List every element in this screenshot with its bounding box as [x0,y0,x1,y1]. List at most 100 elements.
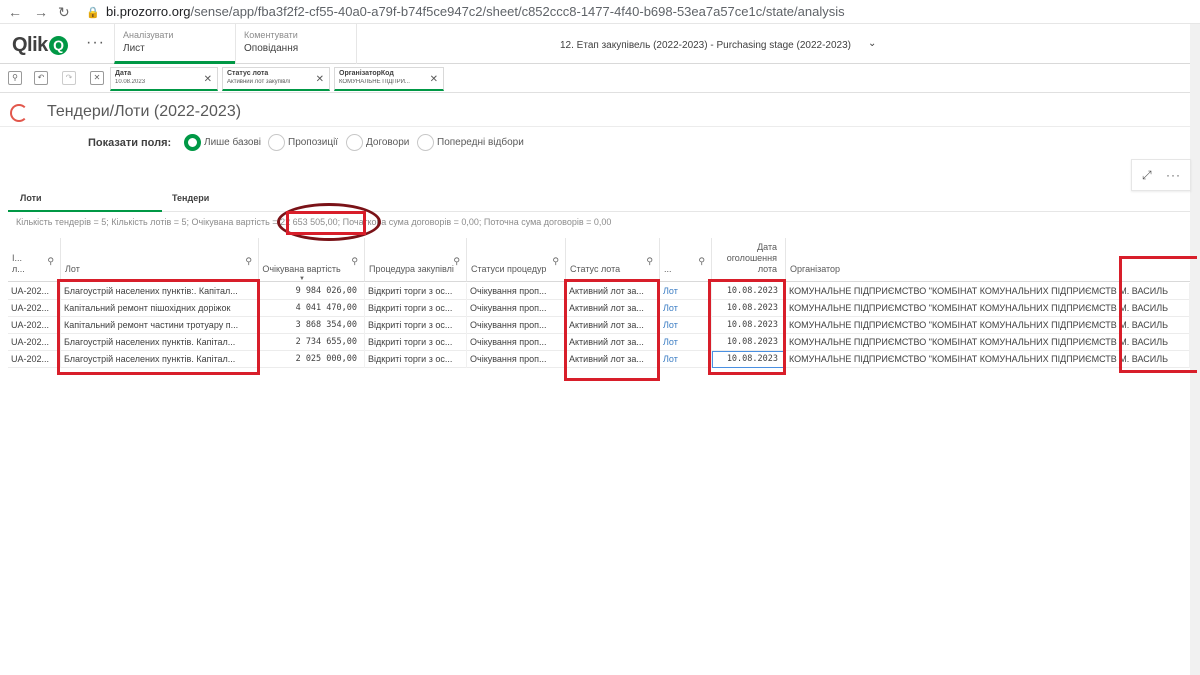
page-title: Тендери/Лоти (2022-2023) [47,103,242,120]
cell-link[interactable]: Лот [660,334,712,351]
cell-expected-value[interactable]: 2 025 000,00 [259,351,365,368]
app-header: Qlik Q ··· Аналізувати Лист Коментувати О… [0,24,1190,64]
cell-procedure[interactable]: Відкриті торги з ос... [365,351,467,368]
more-options-icon[interactable]: ··· [1166,168,1181,182]
radio-circle [184,134,201,151]
col-header-procedure-status[interactable]: Статуси процедур ⚲ [467,238,566,282]
reload-icon[interactable]: ↻ [58,4,70,21]
cell-procedure-status[interactable]: Очікування проп... [467,351,566,368]
radio-circle [268,134,285,151]
search-icon[interactable]: ⚲ [351,256,358,267]
cell-procedure[interactable]: Відкриті торги з ос... [365,283,467,300]
selections-bar: ⚲ ↶ ↷ ✕ Дата 10.08.2023 ✕ Статус лота Ак… [0,65,1190,93]
cell-link[interactable]: Лот [660,351,712,368]
search-icon[interactable]: ⚲ [245,256,252,267]
smart-search-icon[interactable]: ⚲ [8,71,22,85]
header-divider [356,24,357,64]
selection-chip-date[interactable]: Дата 10.08.2023 ✕ [110,67,218,91]
annotation-box-date [708,279,786,375]
col-header-expected-value[interactable]: Очікувана вартість ⚲ ▼ [259,238,365,282]
lock-icon[interactable]: 🔒 [86,6,100,19]
show-fields-label: Показати поля: [88,137,172,149]
cell-link[interactable]: Лот [660,300,712,317]
col-header-id[interactable]: I... л... ⚲ [8,238,61,282]
cell-id[interactable]: UA-202... [8,283,61,300]
annotation-box-total [286,211,366,235]
cell-procedure-status[interactable]: Очікування проп... [467,334,566,351]
col-header-label: Організатор [790,264,841,274]
chip-value: КОМУНАЛЬНЕ ПІДПРИ... [339,79,410,85]
cell-procedure[interactable]: Відкриті торги з ос... [365,317,467,334]
col-header-procedure[interactable]: Процедура закупівлі ⚲ [365,238,467,282]
cell-id[interactable]: UA-202... [8,351,61,368]
cell-id[interactable]: UA-202... [8,317,61,334]
selection-chip-organizer[interactable]: ОрганізаторКод КОМУНАЛЬНЕ ПІДПРИ... ✕ [334,67,444,91]
col-header-label: Статус лота [570,264,621,274]
cell-expected-value[interactable]: 4 041 470,00 [259,300,365,317]
global-menu-icon[interactable]: ··· [86,34,105,52]
app-title[interactable]: 12. Етап закупівель (2022-2023) - Purcha… [560,40,851,51]
address-bar[interactable]: bi.prozorro.org/sense/app/fba3f2f2-cf55-… [106,4,845,19]
active-tab-indicator [8,210,162,212]
search-icon[interactable]: ⚲ [646,256,653,267]
radio-label: Попередні відбори [437,137,524,148]
col-header-label: Дата оголошення лота [726,242,777,274]
col-header-lot-status[interactable]: Статус лота ⚲ [566,238,660,282]
cell-id[interactable]: UA-202... [8,300,61,317]
close-icon[interactable]: ✕ [204,74,212,85]
radio-label: Пропозиції [288,137,339,148]
close-icon[interactable]: ✕ [430,74,438,85]
col-header-label: Лот [65,264,80,274]
selection-chip-lot-status[interactable]: Статус лота Активний лот закупівлі ✕ [222,67,330,91]
step-forward-icon[interactable]: ↷ [62,71,76,85]
tab-tenders[interactable]: Тендери [172,193,209,203]
qlik-logo[interactable]: Qlik Q [12,34,68,57]
tab-analyze-caption: Аналізувати [123,30,174,40]
step-back-icon[interactable]: ↶ [34,71,48,85]
tab-narrate[interactable]: Коментувати Оповідання [235,24,356,64]
cell-link[interactable]: Лот [660,283,712,300]
cell-expected-value[interactable]: 3 868 354,00 [259,317,365,334]
tab-analyze-label: Лист [123,43,145,54]
cell-procedure-status[interactable]: Очікування проп... [467,300,566,317]
close-icon[interactable]: ✕ [316,74,324,85]
search-icon[interactable]: ⚲ [552,256,559,267]
chip-value: Активний лот закупівлі [227,79,291,85]
chevron-down-icon[interactable]: ⌄ [868,38,876,49]
tabs-baseline [8,211,1190,212]
cell-procedure[interactable]: Відкриті торги з ос... [365,300,467,317]
col-header-lot[interactable]: Лот ⚲ [61,238,259,282]
annotation-box-status [564,279,660,381]
object-controls: ⤢ ··· [1131,159,1191,191]
cell-procedure-status[interactable]: Очікування проп... [467,283,566,300]
expand-icon[interactable]: ⤢ [1142,168,1152,183]
chip-field: Статус лота [227,70,269,77]
col-header-label: I... л... [12,253,25,274]
qlik-q-icon: Q [48,36,68,55]
forward-icon[interactable]: → [34,4,48,20]
clear-all-icon[interactable]: ✕ [90,71,104,85]
cell-expected-value[interactable]: 2 734 655,00 [259,334,365,351]
tab-analyze[interactable]: Аналізувати Лист [114,24,235,64]
sheet-logo-icon [10,104,28,122]
tab-narrate-caption: Коментувати [244,30,298,40]
chip-field: Дата [115,70,132,77]
tab-narrate-label: Оповідання [244,43,299,54]
search-icon[interactable]: ⚲ [453,256,460,267]
cell-id[interactable]: UA-202... [8,334,61,351]
col-header-label: Очікувана вартість [262,264,341,274]
col-header-announce-date[interactable]: Дата оголошення лота [712,238,786,282]
sort-desc-icon[interactable]: ▼ [299,276,305,282]
col-header-link[interactable]: ... ⚲ [660,238,712,282]
back-icon[interactable]: ← [8,4,22,20]
cell-link[interactable]: Лот [660,317,712,334]
cell-procedure[interactable]: Відкриті торги з ос... [365,334,467,351]
tab-lots[interactable]: Лоти [20,193,42,203]
search-icon[interactable]: ⚲ [47,256,54,267]
cell-expected-value[interactable]: 9 984 026,00 [259,283,365,300]
col-header-label: ... [664,264,672,274]
search-icon[interactable]: ⚲ [698,256,705,267]
radio-label: Договори [366,137,410,148]
cell-procedure-status[interactable]: Очікування проп... [467,317,566,334]
radio-circle [417,134,434,151]
